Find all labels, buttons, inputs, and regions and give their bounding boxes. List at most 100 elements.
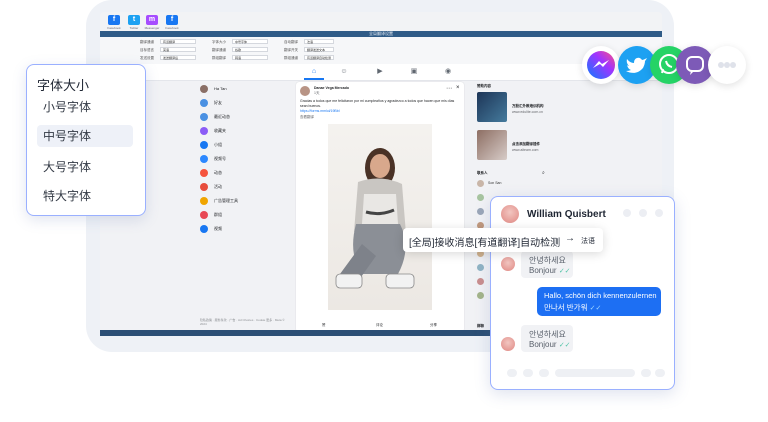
user-name: Ha Tan <box>214 86 227 91</box>
more-icon[interactable]: ⋯ <box>446 85 452 92</box>
setting-select[interactable]: 英语 <box>160 47 196 52</box>
setting-select[interactable]: 有道翻译自动检测 <box>304 55 334 60</box>
header-icon[interactable] <box>623 209 631 217</box>
avatar[interactable] <box>501 205 519 223</box>
font-option-xlarge[interactable]: 特大字体 <box>37 185 133 207</box>
nav-label: 收藏夹 <box>214 128 226 133</box>
font-option-small[interactable]: 小号字体 <box>37 96 133 118</box>
setting-select[interactable]: 谷歌 <box>232 47 268 52</box>
settings-row: 目标语言 英语 翻译通道 谷歌 翻译开关 翻译发送文本 <box>100 46 662 54</box>
tooltip-target-language: 法语 <box>581 238 595 245</box>
chat-contact-name: William Quisbert <box>527 209 606 220</box>
nav-label: 群组 <box>214 212 222 217</box>
toolbar-icon[interactable] <box>507 369 517 377</box>
nav-item[interactable]: 小组 <box>200 140 290 150</box>
header-icon[interactable] <box>655 209 663 217</box>
setting-select[interactable]: 中号字体 <box>232 39 268 44</box>
message-text: 안녕하세요 <box>529 330 566 339</box>
font-size-title: 字体大小 <box>37 78 90 93</box>
page-footer: 隐私政策 · 服务条款 · 广告 · Ad Choices · Cookie 更… <box>200 318 285 326</box>
nav-user[interactable]: Ha Tan <box>200 84 290 94</box>
setting-label: 自动翻译 <box>284 40 298 44</box>
left-navigation: Ha Tan 好友 最近动态 收藏夹 小组 视频号 动态 活动 广告管理工具 群… <box>200 84 290 244</box>
friends-icon[interactable]: ☺ <box>340 68 348 76</box>
message-input[interactable] <box>555 369 635 377</box>
more-apps-icon[interactable] <box>708 46 746 84</box>
nav-label: 最近动态 <box>214 114 230 119</box>
message-translation: 만나서 반가워 ✓✓ <box>544 303 602 312</box>
nav-item[interactable]: 视频 <box>200 224 290 234</box>
video-icon[interactable]: ▶ <box>376 68 384 76</box>
avatar <box>477 194 484 201</box>
sponsor-thumbnail[interactable] <box>477 92 507 122</box>
font-option-large[interactable]: 大号字体 <box>37 156 133 178</box>
facebook-top-nav: ⌂ ☺ ▶ ▣ ◉ <box>100 64 662 81</box>
incoming-message: 안녕하세요 Bonjour ✓✓ <box>521 325 573 352</box>
share-button[interactable]: 分享 <box>430 323 437 328</box>
post-link[interactable]: https://forms.mmlol/19Bbl <box>300 109 339 113</box>
tooltip-text: [全局]接收消息[有道翻译]自动检测 <box>409 238 561 249</box>
messenger-app-icon[interactable]: m <box>146 15 158 25</box>
setting-select[interactable]: 韩语 <box>232 55 268 60</box>
twitter-app-icon[interactable]: t <box>128 15 140 25</box>
post-author[interactable]: Danae Vega Mercado <box>314 86 349 90</box>
active-tab-indicator <box>304 78 324 80</box>
nav-item[interactable]: 好友 <box>200 98 290 108</box>
comment-button[interactable]: 评论 <box>376 323 383 328</box>
setting-select[interactable]: 有道翻译 <box>160 39 196 44</box>
avatar <box>477 180 484 187</box>
font-option-medium[interactable]: 中号字体 <box>37 125 133 147</box>
nav-item[interactable]: 收藏夹 <box>200 126 290 136</box>
header-icon[interactable] <box>639 209 647 217</box>
nav-icon <box>200 99 208 107</box>
like-button[interactable]: 赞 <box>322 323 326 328</box>
contact-item[interactable]: Son San <box>477 180 557 188</box>
setting-label: 发送设置 <box>140 56 154 60</box>
sponsor-url: www.aiteam.com <box>512 148 539 152</box>
nav-icon <box>200 113 208 121</box>
sponsor-title[interactable]: 万股汇外教培训机构 <box>512 104 544 109</box>
facebook-app-icon[interactable]: f <box>108 15 120 25</box>
marketplace-icon[interactable]: ▣ <box>410 68 418 76</box>
send-icon[interactable] <box>641 369 651 377</box>
setting-select[interactable]: 法语 <box>304 39 334 44</box>
messenger-icon[interactable] <box>582 46 620 84</box>
avatar <box>477 292 484 299</box>
nav-icon <box>200 183 208 191</box>
nav-item[interactable]: 群组 <box>200 210 290 220</box>
nav-item[interactable]: 广告管理工具 <box>200 196 290 206</box>
avatar <box>200 85 208 93</box>
close-icon[interactable]: × <box>456 85 460 91</box>
see-translation-link[interactable]: 查看翻译 <box>300 115 314 120</box>
setting-select[interactable]: 发送翻译后 <box>160 55 196 60</box>
nav-item[interactable]: 动态 <box>200 168 290 178</box>
sponsor-title[interactable]: 点击添加翻译插件 <box>512 142 540 147</box>
nav-item[interactable]: 视频号 <box>200 154 290 164</box>
nav-icon <box>200 127 208 135</box>
setting-label: 翻译通道 <box>212 48 226 52</box>
home-icon[interactable]: ⌂ <box>310 68 318 76</box>
post-photo[interactable] <box>328 124 432 310</box>
avatar <box>477 264 484 271</box>
app-label: Facebook <box>165 26 179 30</box>
settings-row: 翻译通道 有道翻译 字体大小 中号字体 自动翻译 法语 <box>100 38 662 46</box>
setting-select[interactable]: 翻译发送文本 <box>304 47 334 52</box>
avatar <box>501 257 515 271</box>
toolbar-icon[interactable] <box>539 369 549 377</box>
search-icon[interactable]: ⌕ <box>542 170 545 176</box>
setting-label: 群组翻译 <box>212 56 226 60</box>
sponsor-thumbnail[interactable] <box>477 130 507 160</box>
settings-row: 发送设置 发送翻译后 群组翻译 韩语 群组通道 有道翻译自动检测 <box>100 54 662 62</box>
nav-item[interactable]: 最近动态 <box>200 112 290 122</box>
facebook-app-icon[interactable]: f <box>166 15 178 25</box>
toolbar-icon[interactable] <box>523 369 533 377</box>
gaming-icon[interactable]: ◉ <box>444 68 452 76</box>
nav-item[interactable]: 活动 <box>200 182 290 192</box>
avatar[interactable] <box>300 86 310 96</box>
setting-label: 翻译开关 <box>284 48 298 52</box>
setting-label: 群组通道 <box>284 56 298 60</box>
toolbar-icon[interactable] <box>655 369 665 377</box>
nav-label: 视频 <box>214 226 222 231</box>
woman-sitting-illustration <box>335 148 415 289</box>
outgoing-message: Hallo, schön dich kennenzulernen 만나서 반가워… <box>537 287 661 316</box>
